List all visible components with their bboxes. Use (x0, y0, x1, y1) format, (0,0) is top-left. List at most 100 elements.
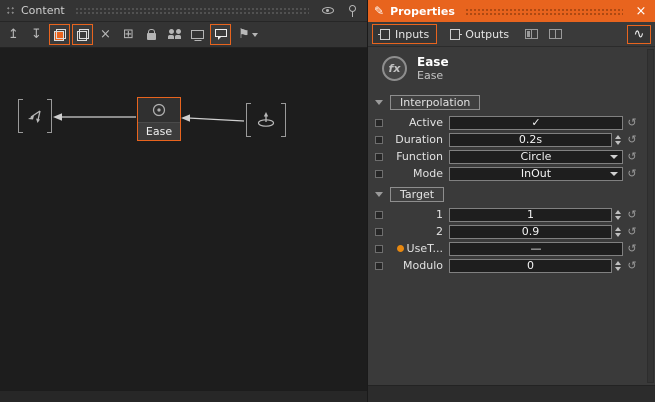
row-checkbox[interactable] (375, 245, 383, 253)
row-checkbox[interactable] (375, 136, 383, 144)
bracket-right (47, 99, 52, 133)
properties-tab-bar: Inputs Outputs ∿ (368, 22, 655, 47)
reset-icon[interactable]: ↺ (623, 116, 641, 129)
row-checkbox[interactable] (375, 119, 383, 127)
section-interpolation[interactable]: Interpolation (368, 90, 655, 114)
property-row-modulo: Modulo 0 ↺ (368, 257, 655, 274)
row-checkbox[interactable] (375, 211, 383, 219)
reset-icon[interactable]: ↺ (623, 259, 641, 272)
properties-header: ✎ Properties × (368, 0, 655, 22)
animation-curve-button[interactable]: ∿ (627, 25, 651, 44)
selected-node-title: Ease (417, 55, 449, 69)
step-down-icon (615, 267, 621, 271)
bound-indicator-icon (397, 245, 404, 252)
row-checkbox[interactable] (375, 262, 383, 270)
property-row-target1: 1 1 ↺ (368, 206, 655, 223)
node-connections (0, 48, 367, 390)
reset-icon[interactable]: ↺ (623, 133, 641, 146)
section-label[interactable]: Target (390, 187, 444, 202)
property-label: Active (387, 116, 449, 129)
collaboration-button[interactable] (164, 24, 185, 45)
modulo-value-field[interactable]: 0 (449, 259, 612, 273)
presentation-button[interactable] (187, 24, 208, 45)
inputs-icon (380, 29, 390, 40)
tab-inputs[interactable]: Inputs (372, 24, 437, 44)
value-stepper[interactable] (613, 224, 623, 239)
node-rotation[interactable] (246, 103, 286, 137)
header-dot-texture (465, 8, 623, 15)
reset-icon[interactable]: ↺ (623, 150, 641, 163)
ease-icon (151, 102, 167, 118)
step-down-icon (615, 216, 621, 220)
split-view-button-1[interactable] (522, 26, 541, 43)
close-icon: × (636, 4, 647, 19)
section-target[interactable]: Target (368, 182, 655, 206)
target1-value-field[interactable]: 1 (449, 208, 612, 222)
scrollbar[interactable] (647, 49, 654, 383)
content-panel-footer (0, 390, 367, 402)
tab-inputs-label: Inputs (395, 28, 429, 41)
show-containers-button[interactable] (49, 24, 70, 45)
split-view-button-2[interactable] (546, 26, 565, 43)
target2-value-field[interactable]: 0.9 (449, 225, 612, 239)
lock-icon (147, 33, 156, 40)
cross-icon: × (100, 27, 111, 42)
content-toolbar: ↥ ↧ × ⊞ ⚑ (0, 22, 367, 48)
row-checkbox[interactable] (375, 153, 383, 161)
step-up-icon (615, 135, 621, 139)
axis-icon (25, 106, 45, 126)
show-content-button[interactable] (72, 24, 93, 45)
import-button[interactable]: ↧ (26, 24, 47, 45)
pin-panel-button[interactable] (343, 3, 361, 19)
value-stepper[interactable] (613, 132, 623, 147)
connection-rotation-to-ease[interactable] (181, 114, 244, 121)
row-checkbox[interactable] (375, 228, 383, 236)
row-checkbox[interactable] (375, 170, 383, 178)
selected-node-subtitle: Ease (417, 69, 449, 82)
section-label[interactable]: Interpolation (390, 95, 480, 110)
property-label: Duration (387, 133, 449, 146)
close-button[interactable]: × (633, 3, 649, 19)
pen-icon: ✎ (374, 4, 384, 18)
reset-icon[interactable]: ↺ (623, 208, 641, 221)
chevron-down-icon (610, 172, 618, 176)
ease-node-icon-area (138, 98, 180, 123)
lock-button[interactable] (141, 24, 162, 45)
tab-outputs-label: Outputs (465, 28, 509, 41)
tab-outputs[interactable]: Outputs (442, 24, 517, 44)
wave-icon: ∿ (634, 27, 645, 42)
step-down-icon (615, 141, 621, 145)
grid-layout-button[interactable]: ⊞ (118, 24, 139, 45)
bracket-right (281, 103, 286, 137)
property-label: 1 (387, 208, 449, 221)
node-graph-canvas[interactable]: Ease (0, 48, 367, 390)
mode-dropdown[interactable]: InOut (449, 167, 623, 181)
property-label: Function (387, 150, 449, 163)
function-dropdown[interactable]: Circle (449, 150, 623, 164)
step-up-icon (615, 227, 621, 231)
uset-value-field[interactable]: — (449, 242, 623, 256)
value-stepper[interactable] (613, 207, 623, 222)
properties-panel: ✎ Properties × Inputs Outputs ∿ fx Ease (368, 0, 655, 402)
active-value-field[interactable]: ✓ (449, 116, 623, 130)
collapse-triangle-icon[interactable] (375, 100, 383, 105)
node-mover[interactable] (18, 99, 52, 133)
break-links-button[interactable]: × (95, 24, 116, 45)
export-button[interactable]: ↥ (3, 24, 24, 45)
comments-button[interactable] (210, 24, 231, 45)
bookmarks-button[interactable]: ⚑ (233, 24, 263, 45)
connection-ease-to-mover[interactable] (53, 113, 136, 121)
reset-icon[interactable]: ↺ (623, 167, 641, 180)
visibility-eye-button[interactable] (319, 3, 337, 19)
bracket-left (18, 99, 23, 133)
reset-icon[interactable]: ↺ (623, 225, 641, 238)
reset-icon[interactable]: ↺ (623, 242, 641, 255)
monitor-icon (191, 30, 204, 39)
node-ease-selected[interactable]: Ease (137, 97, 181, 141)
value-stepper[interactable] (613, 258, 623, 273)
selected-node-header: fx Ease Ease (368, 53, 655, 90)
collapse-triangle-icon[interactable] (375, 192, 383, 197)
duration-value-field[interactable]: 0.2s (449, 133, 612, 147)
ease-node-label: Ease (138, 123, 180, 140)
drag-handle-icon[interactable] (6, 6, 15, 15)
